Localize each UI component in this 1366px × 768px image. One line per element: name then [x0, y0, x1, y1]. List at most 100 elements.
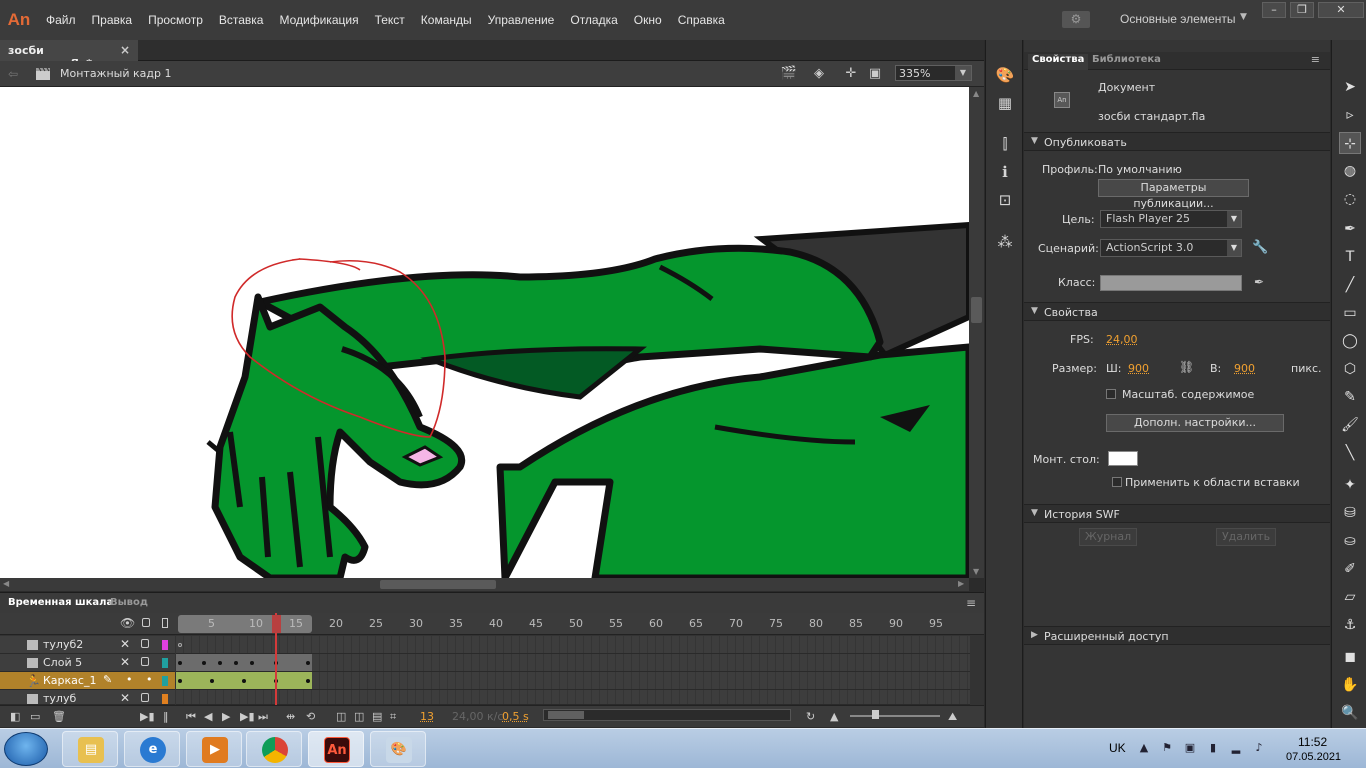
edit-scene-icon[interactable]: 🎬: [780, 66, 798, 82]
menu-file[interactable]: Файл: [38, 13, 84, 27]
delete-button[interactable]: Удалить: [1216, 528, 1276, 546]
ink-bottle-tool-icon[interactable]: ⛀: [1339, 530, 1361, 552]
zoom-in-mountain-icon[interactable]: ⛰: [948, 710, 957, 724]
play-icon[interactable]: ▶: [222, 710, 230, 723]
taskbar-media[interactable]: ▶: [186, 731, 242, 767]
chevron-down-icon[interactable]: ▼: [955, 66, 971, 80]
last-frame-icon[interactable]: ⏭: [258, 710, 268, 724]
chevron-down-icon[interactable]: ▼: [1240, 12, 1247, 22]
new-folder-icon[interactable]: ▭: [30, 710, 40, 723]
keyframe[interactable]: [218, 661, 222, 665]
next-frame-icon[interactable]: ▶▮: [240, 710, 255, 723]
close-window-button[interactable]: ✕: [1318, 2, 1364, 18]
camera-tool-icon[interactable]: ◼: [1339, 646, 1361, 668]
eyedropper-tool-icon[interactable]: ✐: [1339, 558, 1361, 580]
lock-icon[interactable]: [141, 657, 149, 666]
clock-time[interactable]: 11:52: [1298, 735, 1327, 749]
layer-frames[interactable]: [176, 636, 970, 654]
document-tab[interactable]: зосби стандарт.fla* ×: [0, 40, 138, 70]
battery-icon[interactable]: ▮: [1206, 741, 1220, 755]
text-tool-icon[interactable]: T: [1339, 246, 1361, 268]
pose-keyframe[interactable]: [306, 679, 310, 683]
bone-tool-icon[interactable]: ✦: [1339, 474, 1361, 496]
stage-horizontal-scrollbar[interactable]: ◀ ▶: [0, 578, 969, 591]
stage-canvas[interactable]: [0, 87, 969, 578]
timeline-ruler[interactable]: 👁 5 10 15 20 25 30 35 40 45 50 55 60 65 …: [0, 613, 984, 635]
flag-icon[interactable]: ⚑: [1160, 741, 1174, 755]
outline-icon[interactable]: [162, 618, 168, 628]
keyframe[interactable]: [202, 661, 206, 665]
section-properties[interactable]: ▼ Свойства: [1024, 302, 1330, 321]
hand-tool-icon[interactable]: ✋: [1339, 674, 1361, 696]
playhead-marker[interactable]: [272, 615, 281, 633]
tab-library[interactable]: Библиотека: [1088, 54, 1165, 65]
link-icon[interactable]: ⛓: [1179, 360, 1194, 374]
wrench-icon[interactable]: 🔧: [1252, 240, 1268, 255]
width-tool-icon[interactable]: ⚓: [1339, 614, 1361, 636]
prev-frame-icon[interactable]: ◀: [204, 710, 212, 723]
taskbar-animate[interactable]: An: [308, 731, 364, 767]
panel-menu-icon[interactable]: ≡: [966, 596, 976, 610]
layer-outline-color[interactable]: [162, 694, 168, 704]
signal-icon[interactable]: ▂: [1229, 741, 1243, 755]
frame-size-slider[interactable]: [850, 715, 940, 717]
layer-name[interactable]: Слой 5: [43, 656, 82, 669]
frame-span[interactable]: [176, 654, 312, 671]
tab-timeline[interactable]: Временная шкала: [8, 597, 113, 608]
publish-settings-button[interactable]: Параметры публикации...: [1098, 179, 1249, 210]
taskbar-paint[interactable]: 🎨: [370, 731, 426, 767]
advanced-settings-button[interactable]: Дополн. настройки...: [1106, 414, 1284, 432]
eraser-tool-icon[interactable]: ▱: [1339, 586, 1361, 608]
minimize-button[interactable]: –: [1262, 2, 1286, 18]
first-frame-icon[interactable]: ⏮: [186, 710, 196, 724]
brush-tool-icon[interactable]: ╲: [1339, 442, 1361, 464]
lock-icon[interactable]: [142, 618, 150, 627]
taskbar-explorer[interactable]: ▤: [62, 731, 118, 767]
target-select[interactable]: Flash Player 25 ▼: [1100, 210, 1242, 228]
menu-view[interactable]: Просмотр: [140, 13, 211, 27]
line-tool-icon[interactable]: ╱: [1339, 274, 1361, 296]
lock-icon[interactable]: [141, 693, 149, 702]
layer-row[interactable]: Слой 5 ✕: [0, 654, 175, 672]
layer-frames[interactable]: [176, 654, 970, 672]
camera-icon[interactable]: ▶▮: [140, 710, 155, 723]
empty-keyframe[interactable]: [178, 643, 182, 647]
scroll-left-icon[interactable]: ◀: [3, 579, 9, 588]
start-button[interactable]: [4, 732, 48, 766]
onion-markers-icon[interactable]: ⌗: [390, 710, 396, 724]
layer-row-active[interactable]: 🏃 Каркас_1 ✎ • •: [0, 672, 175, 690]
hidden-layer-icon[interactable]: ✕: [120, 655, 130, 669]
lasso-tool-icon[interactable]: ◌: [1339, 188, 1361, 210]
taskbar-ie[interactable]: e: [124, 731, 180, 767]
taskbar-chrome[interactable]: [246, 731, 302, 767]
class-input[interactable]: [1100, 275, 1242, 291]
keyframe[interactable]: [178, 661, 182, 665]
show-hidden-icon[interactable]: ▲: [1137, 741, 1151, 755]
section-extended-access[interactable]: ▶ Расширенный доступ: [1024, 626, 1330, 645]
menu-modify[interactable]: Модификация: [271, 13, 366, 27]
layer-outline-color[interactable]: [162, 640, 168, 650]
menu-text[interactable]: Текст: [367, 13, 413, 27]
zoom-select[interactable]: 335% ▼: [895, 65, 972, 81]
sync-settings-icon[interactable]: ⚙: [1062, 11, 1090, 28]
pencil-tool-icon[interactable]: ✎: [1339, 386, 1361, 408]
menu-help[interactable]: Справка: [670, 13, 733, 27]
script-select[interactable]: ActionScript 3.0 ▼: [1100, 239, 1242, 257]
keyframe[interactable]: [250, 661, 254, 665]
palette-icon[interactable]: 🎨: [995, 66, 1015, 84]
layer-outline-color[interactable]: [162, 676, 168, 686]
layer-row[interactable]: тулуб ✕: [0, 690, 175, 705]
free-transform-tool-icon[interactable]: ⊹: [1339, 132, 1361, 154]
tab-output[interactable]: Вывод: [110, 597, 148, 608]
tab-properties[interactable]: Свойства: [1028, 54, 1089, 70]
scale-content-checkbox[interactable]: [1106, 389, 1116, 399]
scrollbar-thumb[interactable]: [380, 580, 496, 589]
hidden-layer-icon[interactable]: ✕: [120, 637, 130, 651]
menu-control[interactable]: Управление: [480, 13, 563, 27]
stage-color-swatch[interactable]: [1108, 451, 1138, 466]
clip-stage-icon[interactable]: ▣: [866, 66, 884, 82]
onion-outline-icon[interactable]: ◫: [354, 710, 364, 723]
menu-debug[interactable]: Отладка: [562, 13, 625, 27]
workspace-switcher[interactable]: Основные элементы: [1120, 12, 1235, 26]
back-arrow-icon[interactable]: ⇦: [8, 67, 18, 81]
